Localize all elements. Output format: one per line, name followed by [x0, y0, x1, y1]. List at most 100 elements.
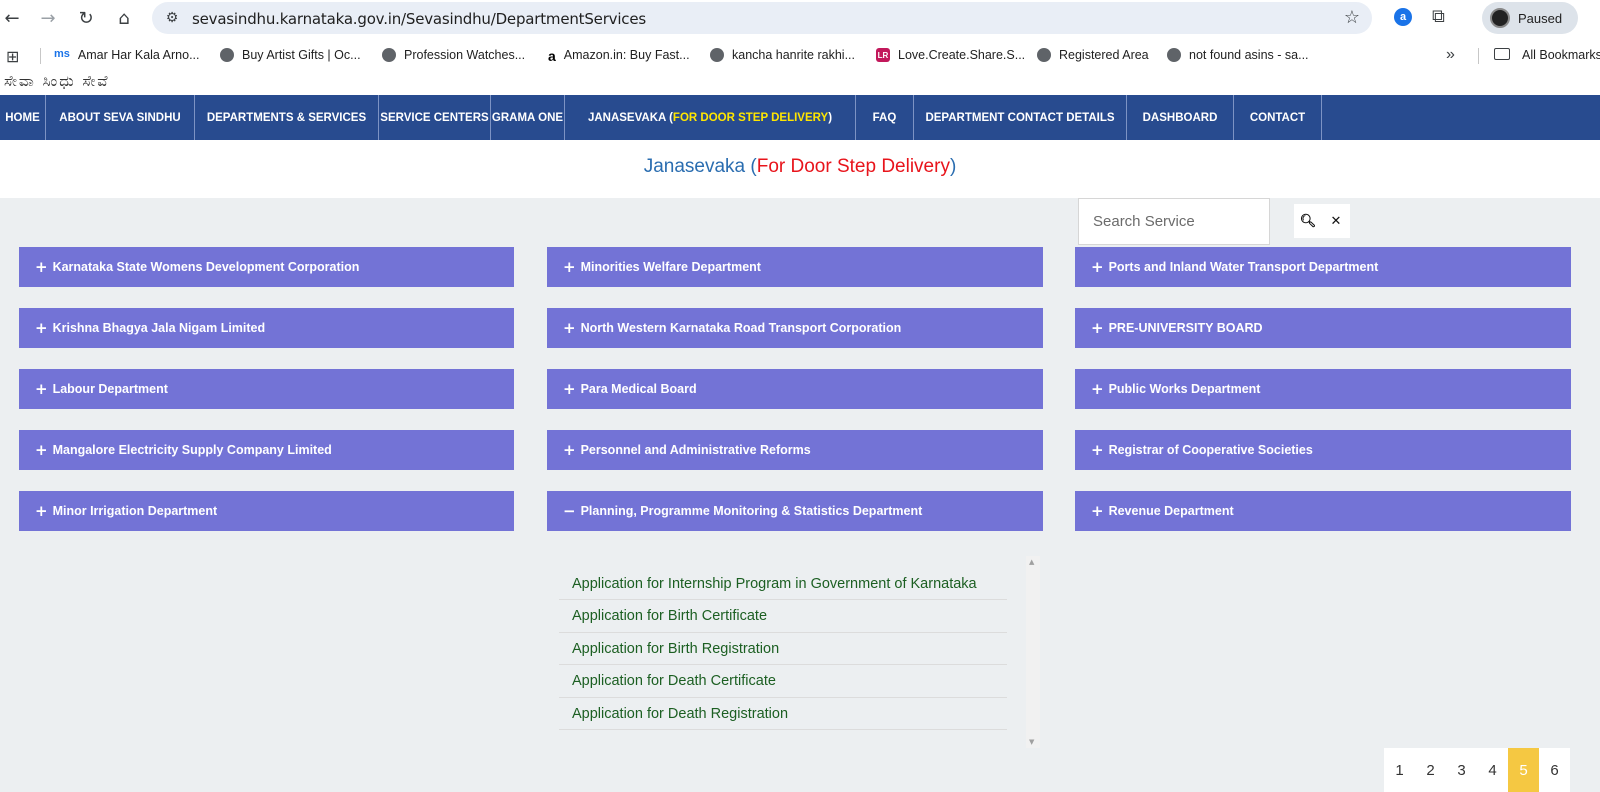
plus-icon: +: [1091, 380, 1104, 398]
service-link[interactable]: Application for Internship Program in Go…: [559, 568, 1007, 600]
globe-icon: [382, 48, 396, 62]
home-icon[interactable]: ⌂: [112, 6, 136, 30]
nav-item-label: JANASEVAKA (: [587, 111, 673, 124]
department-accordion-header[interactable]: + Karnataka State Womens Development Corp…: [19, 247, 514, 287]
nav-item-faq[interactable]: FAQ: [856, 95, 914, 140]
page-link[interactable]: 4: [1477, 748, 1508, 792]
main-navigation: HOME ABOUT SEVA SINDHU DEPARTMENTS & SERVI…: [0, 95, 1600, 140]
department-accordion-header[interactable]: + Minorities Welfare Department: [547, 247, 1043, 287]
page-link[interactable]: 1: [1384, 748, 1415, 792]
nav-item-dashboard[interactable]: DASHBOARD: [1127, 95, 1234, 140]
address-bar[interactable]: ⚙ sevasindhu.karnataka.gov.in/Sevasindhu…: [152, 2, 1372, 34]
page-title-close: ): [949, 156, 957, 177]
department-accordion-header[interactable]: + Labour Department: [19, 369, 514, 409]
department-accordion-header[interactable]: + Revenue Department: [1075, 491, 1571, 531]
department-accordion-header[interactable]: + Registrar of Cooperative Societies: [1075, 430, 1571, 470]
nav-item-label: GRAMA ONE: [491, 111, 564, 124]
bookmark-item[interactable]: a Amazon.in: Buy Fast...: [548, 48, 690, 64]
bookmark-label: not found asins - sa...: [1189, 48, 1309, 62]
plus-icon: +: [563, 319, 576, 337]
service-link[interactable]: Application for Birth Certificate: [559, 601, 1007, 633]
reload-icon[interactable]: ↻: [74, 6, 98, 30]
service-link[interactable]: Application for Birth Registration: [559, 633, 1007, 666]
profile-button[interactable]: Paused: [1482, 2, 1578, 34]
plus-icon: +: [563, 380, 576, 398]
department-name: Personnel and Administrative Reforms: [580, 443, 811, 457]
minus-icon: −: [563, 502, 576, 520]
nav-item-department-contact-details[interactable]: DEPARTMENT CONTACT DETAILS: [914, 95, 1127, 140]
bookmark-item[interactable]: kancha hanrite rakhi...: [710, 48, 855, 62]
apps-grid-icon[interactable]: ⊞: [6, 47, 19, 66]
page-link[interactable]: 5: [1508, 748, 1539, 792]
bookmark-star-icon[interactable]: ☆: [1344, 7, 1360, 28]
site-settings-icon[interactable]: ⚙: [162, 8, 182, 28]
department-accordion-header[interactable]: + Public Works Department: [1075, 369, 1571, 409]
forward-arrow-icon[interactable]: →: [36, 6, 60, 30]
all-bookmarks-label: All Bookmarks: [1522, 48, 1600, 62]
more-bookmarks-chevron-icon[interactable]: »: [1446, 46, 1455, 64]
department-accordion-header[interactable]: + Mangalore Electricity Supply Company Li…: [19, 430, 514, 470]
plus-icon: +: [35, 502, 48, 520]
nav-item-departments-services[interactable]: DEPARTMENTS & SERVICES: [195, 95, 379, 140]
department-accordion-header[interactable]: + PRE-UNIVERSITY BOARD: [1075, 308, 1571, 348]
bookmark-item[interactable]: not found asins - sa...: [1167, 48, 1309, 62]
department-name: Karnataka State Womens Development Corpo…: [52, 260, 360, 274]
plus-icon: +: [35, 441, 48, 459]
bookmark-label: Amar Har Kala Arno...: [77, 48, 200, 62]
nav-item-home[interactable]: HOME: [0, 95, 46, 140]
department-accordion-header[interactable]: + Ports and Inland Water Transport Depart…: [1075, 247, 1571, 287]
nav-item-highlight: FOR DOOR STEP DELIVERY: [672, 111, 829, 124]
department-name: Mangalore Electricity Supply Company Lim…: [52, 443, 332, 457]
department-name: Planning, Programme Monitoring & Statist…: [580, 504, 923, 518]
plus-icon: +: [1091, 502, 1104, 520]
services-scrollbar[interactable]: ▲ ▼: [1026, 556, 1040, 748]
nav-item-label: HOME: [5, 111, 40, 124]
nav-item-grama-one[interactable]: GRAMA ONE: [491, 95, 565, 140]
department-accordion-header[interactable]: + Para Medical Board: [547, 369, 1043, 409]
amazon-icon: a: [548, 48, 556, 64]
plus-icon: +: [563, 441, 576, 459]
department-name: North Western Karnataka Road Transport C…: [580, 321, 902, 335]
bookmark-item[interactable]: LR Love.Create.Share.S...: [876, 48, 1025, 62]
search-icon[interactable]: 🔍︎: [1294, 204, 1322, 238]
page-link[interactable]: 3: [1446, 748, 1477, 792]
all-bookmarks-button[interactable]: All Bookmarks: [1522, 48, 1600, 62]
department-accordion-header[interactable]: + Minor Irrigation Department: [19, 491, 514, 531]
page-title-main: Janasevaka (: [643, 156, 757, 177]
nav-item-contact[interactable]: CONTACT: [1234, 95, 1322, 140]
department-accordion-header[interactable]: + Krishna Bhagya Jala Nigam Limited: [19, 308, 514, 348]
bookmark-item[interactable]: Buy Artist Gifts | Oc...: [220, 48, 361, 62]
avatar: [1490, 8, 1510, 28]
service-link[interactable]: Application for Death Certificate: [559, 666, 1007, 698]
bookmark-item[interactable]: Registered Area: [1037, 48, 1149, 62]
bookmark-label: Profession Watches...: [404, 48, 526, 62]
bookmark-item[interactable]: ms Amar Har Kala Arno...: [54, 48, 199, 62]
service-link[interactable]: Application for Death Registration: [559, 698, 1007, 731]
extensions-puzzle-icon[interactable]: ⧉: [1432, 6, 1445, 27]
page-link[interactable]: 2: [1415, 748, 1446, 792]
nav-item-about-seva-sindhu[interactable]: ABOUT SEVA SINDHU: [46, 95, 195, 140]
extension-icon[interactable]: a: [1394, 8, 1412, 26]
back-arrow-icon[interactable]: ←: [0, 6, 24, 30]
bookmark-item[interactable]: Profession Watches...: [382, 48, 525, 62]
department-name: Minor Irrigation Department: [52, 504, 218, 518]
plus-icon: +: [35, 380, 48, 398]
clear-search-close-icon[interactable]: ✕: [1322, 204, 1350, 238]
department-name: Revenue Department: [1108, 504, 1234, 518]
page-link[interactable]: 6: [1539, 748, 1570, 792]
department-accordion-header[interactable]: + Personnel and Administrative Reforms: [547, 430, 1043, 470]
nav-item-service-centers[interactable]: SERVICE CENTERS: [379, 95, 491, 140]
nav-item-label: FAQ: [872, 111, 897, 124]
department-accordion-header[interactable]: + North Western Karnataka Road Transport …: [547, 308, 1043, 348]
scroll-down-icon[interactable]: ▼: [1029, 738, 1034, 746]
department-name: Labour Department: [52, 382, 168, 396]
search-service-input[interactable]: [1093, 213, 1263, 230]
bookmark-separator: [1478, 48, 1479, 64]
nav-item-janasevaka[interactable]: JANASEVAKA (FOR DOOR STEP DELIVERY): [565, 95, 856, 140]
plus-icon: +: [1091, 441, 1104, 459]
ms-icon: ms: [54, 48, 70, 60]
globe-icon: [1037, 48, 1051, 62]
department-accordion-header[interactable]: − Planning, Programme Monitoring & Statis…: [547, 491, 1043, 531]
scroll-up-icon[interactable]: ▲: [1029, 558, 1034, 566]
bookmark-label: kancha hanrite rakhi...: [732, 48, 855, 62]
